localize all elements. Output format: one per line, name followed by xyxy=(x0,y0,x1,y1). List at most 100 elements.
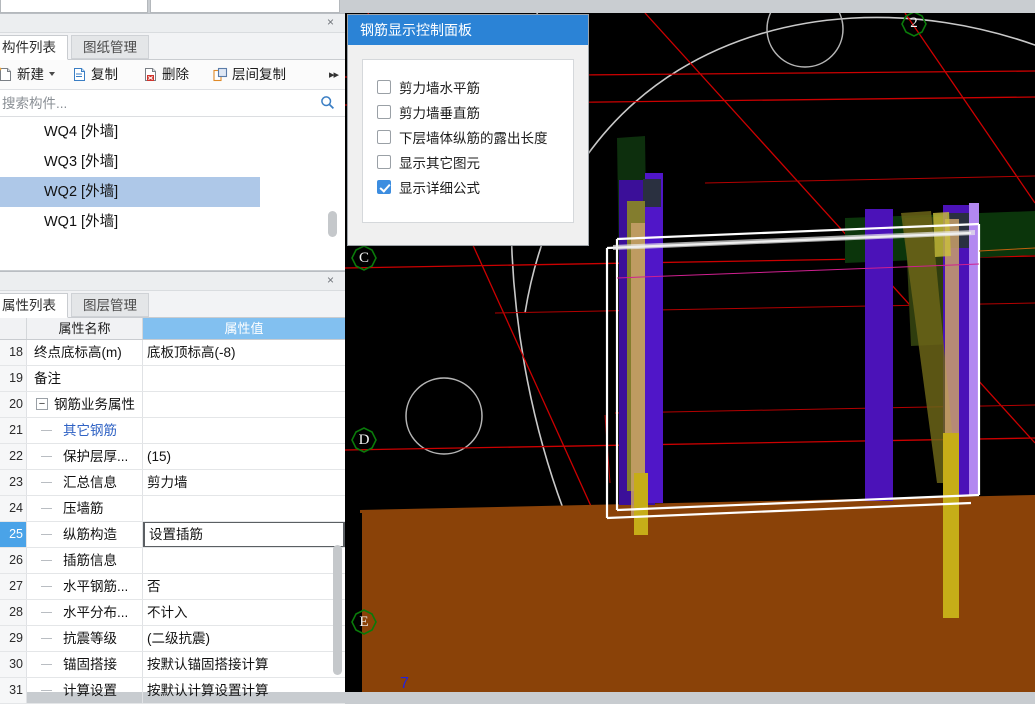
property-value-editing[interactable]: 设置插筋 xyxy=(143,522,345,547)
delete-button-label: 删除 xyxy=(162,67,189,82)
checkbox-lower-wall-exposed-length-icon[interactable] xyxy=(377,129,391,144)
checkbox-row-shearwall-horizontal[interactable]: 剪力墙水平筋 xyxy=(377,74,573,99)
property-value[interactable] xyxy=(143,392,345,417)
property-name: 插筋信息 xyxy=(27,548,143,573)
rebar-purple-1b xyxy=(645,173,663,503)
property-name-text: 计算设置 xyxy=(63,683,117,698)
list-item[interactable]: WQ4 [外墙] xyxy=(0,117,345,147)
list-item[interactable]: WQ3 [外墙] xyxy=(0,147,345,177)
tab-property-list[interactable]: 属性列表 xyxy=(0,293,68,318)
rebar-display-control-dialog[interactable]: 钢筋显示控制面板 剪力墙水平筋 剪力墙垂直筋 下层墙体纵筋的露出长度 显示其它图… xyxy=(347,14,589,246)
table-row[interactable]: 22 保护层厚... (15) xyxy=(0,444,345,470)
property-value[interactable] xyxy=(143,548,345,573)
component-toolbar: 新建 复制 删除 层间复制 ▸▸ xyxy=(0,60,345,90)
3d-viewport[interactable]: C D E 2 7 钢筋显示控制面板 剪力墙水平筋 剪力墙垂直筋 下层墙体纵筋的… xyxy=(345,13,1035,692)
floor-copy-icon xyxy=(213,67,228,88)
delete-button[interactable]: 删除 xyxy=(143,64,189,85)
checkbox-row-show-other-elements[interactable]: 显示其它图元 xyxy=(377,149,573,174)
property-grid-body[interactable]: 18 终点底标高(m) 底板顶标高(-8) 19 备注 20 − 钢筋业务属性 xyxy=(0,340,345,704)
toolbar-overflow-icon[interactable]: ▸▸ xyxy=(329,68,339,81)
new-button[interactable]: 新建 xyxy=(0,64,55,85)
property-value[interactable]: 按默认锚固搭接计算 xyxy=(143,652,345,677)
property-value[interactable]: (15) xyxy=(143,444,345,469)
component-list-scrollbar-thumb[interactable] xyxy=(328,211,337,237)
table-row-group[interactable]: 20 − 钢筋业务属性 xyxy=(0,392,345,418)
row-number: 27 xyxy=(0,574,27,599)
checkbox-row-lower-wall-exposed-length[interactable]: 下层墙体纵筋的露出长度 xyxy=(377,124,573,149)
axis-label-e: E xyxy=(359,614,369,630)
tab-layer-management[interactable]: 图层管理 xyxy=(71,293,149,317)
tab-component-list[interactable]: 构件列表 xyxy=(0,35,68,60)
tab-drawing-management[interactable]: 图纸管理 xyxy=(71,35,149,59)
table-row[interactable]: 29 抗震等级 (二级抗震) xyxy=(0,626,345,652)
list-item-selected[interactable]: WQ2 [外墙] xyxy=(0,177,260,207)
rebar-yellow-2 xyxy=(943,433,959,618)
property-value[interactable]: 按默认计算设置计算 xyxy=(143,678,345,703)
floor-copy-button[interactable]: 层间复制 xyxy=(213,64,286,85)
property-name: 抗震等级 xyxy=(27,626,143,651)
property-name-text: 水平分布... xyxy=(63,605,129,620)
property-value[interactable]: 否 xyxy=(143,574,345,599)
table-row[interactable]: 26 插筋信息 xyxy=(0,548,345,574)
table-row[interactable]: 24 压墙筋 xyxy=(0,496,345,522)
property-name-text[interactable]: 其它钢筋 xyxy=(63,423,117,438)
row-number: 26 xyxy=(0,548,27,573)
property-value[interactable]: 底板顶标高(-8) xyxy=(143,340,345,365)
checkbox-shearwall-horizontal-icon[interactable] xyxy=(377,79,391,94)
property-value[interactable]: (二级抗震) xyxy=(143,626,345,651)
table-row[interactable]: 27 水平钢筋... 否 xyxy=(0,574,345,600)
axis-bubble-c: C xyxy=(352,246,376,270)
component-label-wq4: WQ4 [外墙] xyxy=(44,124,119,140)
checkbox-show-detailed-formula-icon[interactable] xyxy=(377,179,391,194)
property-value[interactable]: 剪力墙 xyxy=(143,470,345,495)
axis-label-2: 2 xyxy=(910,15,918,31)
checkbox-label-shearwall-vertical: 剪力墙垂直筋 xyxy=(399,105,480,121)
component-search-bar[interactable] xyxy=(0,90,345,117)
search-icon[interactable] xyxy=(320,95,335,113)
new-button-caret-icon[interactable] xyxy=(49,72,55,76)
slab-ground xyxy=(360,495,1035,692)
table-row[interactable]: 30 锚固搭接 按默认锚固搭接计算 xyxy=(0,652,345,678)
table-row[interactable]: 28 水平分布... 不计入 xyxy=(0,600,345,626)
dialog-title: 钢筋显示控制面板 xyxy=(348,15,588,45)
checkbox-label-lower-wall-exposed-length: 下层墙体纵筋的露出长度 xyxy=(399,130,548,146)
property-name-text: 钢筋业务属性 xyxy=(54,397,135,412)
table-row[interactable]: 31 计算设置 按默认计算设置计算 xyxy=(0,678,345,704)
table-row[interactable]: 21 其它钢筋 xyxy=(0,418,345,444)
property-name: 锚固搭接 xyxy=(27,652,143,677)
property-value[interactable]: 不计入 xyxy=(143,600,345,625)
checkbox-shearwall-vertical-icon[interactable] xyxy=(377,104,391,119)
property-value-editor[interactable]: 设置插筋 xyxy=(143,522,345,547)
copy-button[interactable]: 复制 xyxy=(72,64,118,85)
component-panel-close-icon[interactable]: × xyxy=(324,16,337,29)
table-row[interactable]: 23 汇总信息 剪力墙 xyxy=(0,470,345,496)
property-value[interactable] xyxy=(143,418,345,443)
property-grid-scrollbar-thumb[interactable] xyxy=(333,545,342,675)
property-header-value: 属性值 xyxy=(143,318,345,339)
search-input[interactable] xyxy=(0,90,300,116)
component-label-wq1: WQ1 [外墙] xyxy=(44,214,119,230)
property-panel-close-icon[interactable]: × xyxy=(324,274,337,287)
list-item[interactable]: WQ1 [外墙] xyxy=(0,207,345,237)
rebar-dark-cap2 xyxy=(643,179,661,207)
table-row[interactable]: 18 终点底标高(m) 底板顶标高(-8) xyxy=(0,340,345,366)
chrome-tab-left xyxy=(0,0,148,13)
viewport-blue-label: 7 xyxy=(400,675,409,692)
table-row[interactable]: 19 备注 xyxy=(0,366,345,392)
property-value[interactable] xyxy=(143,366,345,391)
tree-collapse-icon[interactable]: − xyxy=(36,398,48,410)
property-name-link[interactable]: 其它钢筋 xyxy=(27,418,143,443)
copy-button-label: 复制 xyxy=(91,67,118,82)
row-number: 31 xyxy=(0,678,27,703)
component-list[interactable]: WQ4 [外墙] WQ3 [外墙] WQ2 [外墙] WQ1 [外墙] xyxy=(0,117,345,267)
row-number: 23 xyxy=(0,470,27,495)
property-name-text: 压墙筋 xyxy=(63,501,104,516)
checkbox-show-other-elements-icon[interactable] xyxy=(377,154,391,169)
axis-bubble-e: E xyxy=(352,610,376,634)
table-row-selected[interactable]: 25 纵筋构造 设置插筋 xyxy=(0,522,345,548)
property-value[interactable] xyxy=(143,496,345,521)
checkbox-row-show-detailed-formula[interactable]: 显示详细公式 xyxy=(377,174,573,199)
property-name-text: 水平钢筋... xyxy=(63,579,129,594)
row-number: 24 xyxy=(0,496,27,521)
checkbox-row-shearwall-vertical[interactable]: 剪力墙垂直筋 xyxy=(377,99,573,124)
